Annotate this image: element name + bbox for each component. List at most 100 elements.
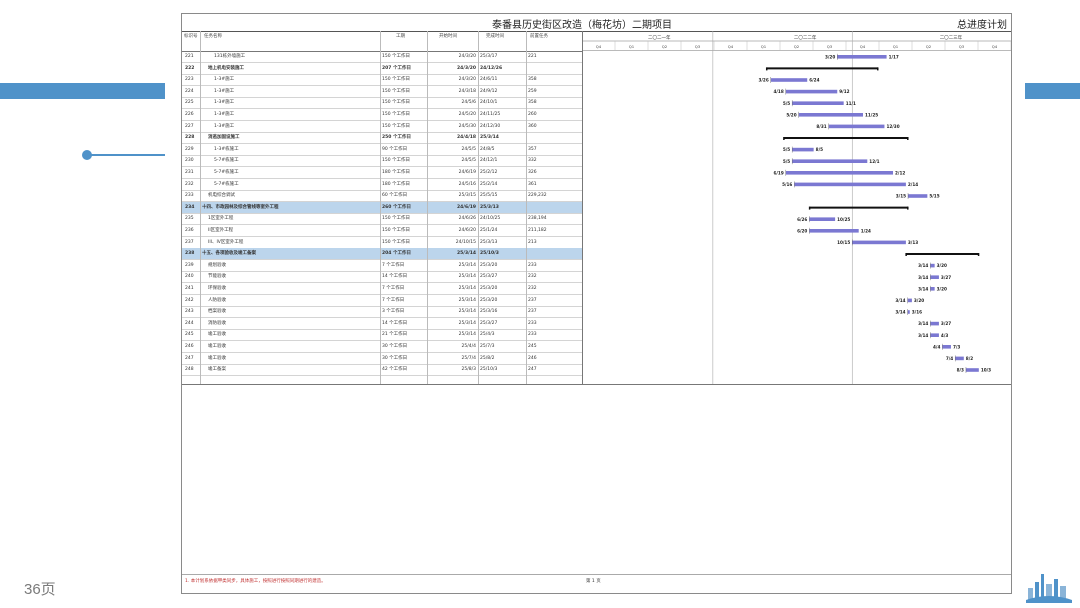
- task-bar: [852, 240, 906, 245]
- cell-end: 25/2/14: [480, 181, 498, 187]
- table-row[interactable]: 229 1-3#栋施工 90 个工作日 24/5/5 24/8/5 357: [182, 144, 582, 156]
- col-divider: [526, 31, 527, 384]
- cell-start: 25/8/3: [461, 367, 476, 373]
- cell-end: 25/3/16: [480, 309, 498, 315]
- table-row[interactable]: 242 人防验收 7 个工作日 25/3/14 25/3/20 237: [182, 295, 582, 307]
- cell-start: 24/5/5: [461, 146, 476, 152]
- cell-task-name: 十五、各项验收及竣工备案: [202, 251, 256, 257]
- bar-start-label: 3/14: [918, 263, 928, 268]
- cell-start: 24/3/20: [457, 65, 476, 71]
- bar-end-label: 5/15: [929, 194, 939, 199]
- cell-id: 227: [185, 123, 194, 129]
- cell-task-name: 1区室外工程: [208, 216, 234, 222]
- table-row[interactable]: 241 环保验收 7 个工作日 25/3/14 25/3/20 232: [182, 283, 582, 295]
- table-row[interactable]: 228 消逃加固设施工 250 个工作日 24/4/18 25/3/14: [182, 132, 582, 145]
- cell-end: 25/1/24: [480, 228, 498, 233]
- table-row[interactable]: 244 消防验收 14 个工作日 25/3/14 25/3/27 233: [182, 318, 582, 330]
- cell-start: 24/4/18: [457, 135, 476, 141]
- table-row[interactable]: 231 5-7#栋施工 180 个工作日 24/6/19 25/2/12 326: [182, 167, 582, 179]
- cell-duration: 60 个工作日: [382, 193, 408, 199]
- cell-task-name: 环保验收: [208, 286, 226, 291]
- table-row[interactable]: 227 1-3#施工 150 个工作日 24/5/30 24/12/30 360: [182, 121, 582, 133]
- table-row[interactable]: 243 档案验收 3 个工作日 25/3/14 25/3/16 237: [182, 306, 582, 319]
- cell-duration: 14 个工作日: [382, 320, 408, 326]
- table-row[interactable]: 221 131栋外墙施工 150 个工作日 24/3/20 25/3/17 221: [182, 51, 582, 63]
- left-accent-dot: [82, 150, 92, 160]
- table-row[interactable]: 224 1-3#施工 150 个工作日 24/3/18 24/9/12 259: [182, 86, 582, 98]
- cell-predecessor: 229,232: [528, 193, 547, 199]
- bar-start-label: 6/19: [773, 170, 783, 175]
- cell-start: 25/3/14: [458, 309, 476, 315]
- cell-predecessor: 358: [528, 77, 537, 83]
- quarter-label: Q4: [728, 44, 734, 49]
- task-bar: [942, 345, 951, 349]
- table-row[interactable]: 240 节能验收 14 个工作日 25/3/14 25/3/27 232: [182, 271, 582, 284]
- cell-id: 244: [185, 320, 194, 326]
- cell-id: 245: [185, 332, 194, 338]
- task-bar: [907, 310, 910, 314]
- table-header: 标识号 任务名称 工期 开始时间 完成时间 前置任务: [182, 31, 582, 52]
- bar-end-label: 3/16: [912, 310, 922, 315]
- col-divider: [200, 31, 201, 384]
- cell-task-name: 节能验收: [208, 274, 226, 280]
- cell-id: 230: [185, 158, 194, 164]
- cell-end: 25/5/15: [480, 193, 498, 199]
- bar-start-label: 4/4: [933, 344, 940, 349]
- col-header-name: 任务名称: [204, 34, 222, 39]
- cell-duration: 180 个工作日: [382, 181, 411, 187]
- cell-duration: 21 个工作日: [382, 332, 408, 338]
- cell-id: 222: [185, 65, 195, 71]
- table-row[interactable]: 230 5-7#栋施工 150 个工作日 24/5/5 24/12/1 332: [182, 155, 582, 168]
- cell-start: 24/6/26: [458, 216, 476, 222]
- cell-predecessor: 233: [528, 320, 537, 326]
- table-row[interactable]: 233 机电综合调试 60 个工作日 25/3/15 25/5/15 229,232: [182, 190, 582, 203]
- table-row[interactable]: 232 5-7#栋施工 180 个工作日 24/5/16 25/2/14 361: [182, 179, 582, 191]
- cell-predecessor: 358: [528, 100, 537, 106]
- col-header-pred: 前置任务: [530, 34, 548, 39]
- table-row[interactable]: 236 II区室外工程 150 个工作日 24/6/20 25/1/24 211,182: [182, 225, 582, 237]
- table-row[interactable]: 237 III、IV区室外工程 150 个工作日 24/10/15 25/3/13 213: [182, 237, 582, 249]
- cell-end: 24/6/11: [480, 77, 498, 83]
- cell-task-name: 档案验收: [208, 309, 226, 315]
- table-row[interactable]: 246 竣工验收 30 个工作日 25/4/4 25/7/3 245: [182, 341, 582, 353]
- cell-predecessor: 245: [528, 344, 537, 349]
- quarter-label: Q2: [794, 44, 800, 49]
- cell-start: 24/5/20: [458, 112, 476, 117]
- cell-start: 24/6/19: [457, 204, 476, 210]
- task-bar: [792, 147, 814, 152]
- table-row[interactable]: 223 1-3#施工 150 个工作日 24/3/20 24/6/11 358: [182, 74, 582, 87]
- cell-id: 237: [185, 239, 194, 245]
- cell-duration: 30 个工作日: [382, 344, 408, 349]
- cell-predecessor: 232: [528, 274, 537, 280]
- cell-start: 24/3/20: [458, 77, 476, 83]
- bar-end-label: 10/25: [837, 217, 850, 222]
- cell-duration: 204 个工作日: [382, 251, 411, 257]
- table-row[interactable]: 245 竣工验收 21 个工作日 25/3/14 25/4/3 233: [182, 329, 582, 342]
- cell-end: 25/3/17: [480, 54, 498, 59]
- table-row[interactable]: 234 十四、市政园林及综合管线等室外工程 260 个工作日 24/6/19 25/3/…: [182, 201, 582, 214]
- cell-end: 25/10/3: [480, 367, 498, 373]
- bar-end-label: 3/20: [914, 298, 924, 303]
- table-row[interactable]: 226 1-3#施工 150 个工作日 24/5/20 24/11/25 260: [182, 109, 582, 121]
- cell-start: 25/3/14: [458, 332, 476, 338]
- table-row[interactable]: 248 竣工备案 42 个工作日 25/8/3 25/10/3 247: [182, 364, 582, 377]
- bar-start-label: 3/14: [918, 275, 928, 280]
- table-row[interactable]: 222 地上机电安装施工 207 个工作日 24/3/20 24/12/26: [182, 63, 582, 75]
- cell-duration: 150 个工作日: [382, 54, 411, 59]
- task-bar: [930, 287, 935, 291]
- table-row[interactable]: 225 1-3#施工 150 个工作日 24/5/6 24/10/1 358: [182, 97, 582, 110]
- cell-duration: 150 个工作日: [382, 123, 411, 129]
- cell-end: 24/11/25: [480, 112, 501, 117]
- col-header-start: 开始时间: [439, 34, 457, 39]
- table-row[interactable]: 238 十五、各项验收及竣工备案 204 个工作日 25/3/14 25/10/3: [182, 248, 582, 261]
- task-bar: [785, 171, 894, 175]
- cell-duration: 150 个工作日: [382, 100, 411, 106]
- bar-end-label: 12/30: [886, 124, 899, 129]
- table-row[interactable]: 247 竣工验收 30 个工作日 25/7/4 25/8/2 246: [182, 353, 582, 365]
- bar-start-label: 3/26: [758, 78, 768, 83]
- table-row[interactable]: 235 1区室外工程 150 个工作日 24/6/26 24/10/25 238,194: [182, 213, 582, 226]
- table-row[interactable]: 239 规划验收 7 个工作日 25/3/14 25/3/20 233: [182, 260, 582, 272]
- cell-task-name: 131栋外墙施工: [214, 54, 246, 59]
- gantt-svg: 二〇二一年 二〇二二年 二〇二三年 Q4 Q1 Q2 Q3 Q4 Q1 Q2 Q3 Q4 Q1 Q2 Q3 Q…: [582, 31, 1011, 384]
- cell-predecessor: 238,194: [528, 216, 547, 222]
